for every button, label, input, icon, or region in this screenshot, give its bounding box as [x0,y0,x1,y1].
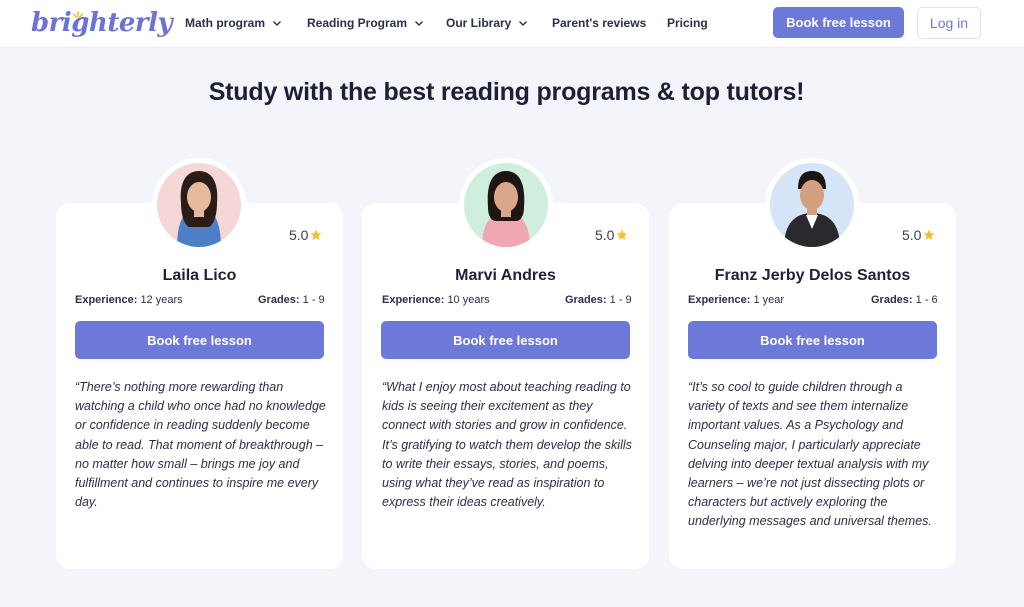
rating-value: 5.0 [595,227,615,243]
tutor-quote: “There’s nothing more rewarding than wat… [75,380,326,510]
chevron-down-icon [273,21,282,26]
nav-reading-program[interactable]: Reading Program [307,16,424,30]
grades-label: Grades: [871,294,913,306]
experience: Experience: 1 year [688,294,784,306]
login-button[interactable]: Log in [917,7,981,39]
rating: 5.0 [289,227,322,243]
book-free-lesson-button[interactable]: Book free lesson [381,321,630,359]
page-title: Study with the best reading programs & t… [208,78,805,106]
nav-label: Math program [185,16,266,30]
tutor-name: Laila Lico [162,267,237,284]
avatar [152,158,246,252]
nav-label: Our Library [446,16,512,30]
nav-our-library[interactable]: Our Library [446,16,528,30]
tutor-name: Franz Jerby Delos Santos [714,267,911,284]
tutor-quote: “What I enjoy most about teaching readin… [382,380,632,510]
nav-label: Reading Program [307,16,408,30]
grades-value: 1 - 6 [915,294,938,306]
experience-label: Experience: [75,294,138,306]
person-icon [482,171,530,247]
person-icon [784,171,840,247]
chevron-down-icon [415,21,424,26]
star-icon [923,229,935,240]
grades-value: 1 - 9 [609,294,632,306]
nav-label: Parent's reviews [552,16,647,30]
chevron-down-icon [519,21,528,26]
grades: Grades: 1 - 9 [258,294,325,306]
book-free-lesson-button[interactable]: Book free lesson [688,321,937,359]
nav-parents-reviews[interactable]: Parent's reviews [552,16,646,30]
nav-pricing[interactable]: Pricing [667,16,708,30]
rating-value: 5.0 [902,227,922,243]
brand-logo[interactable]: brighterly [31,8,173,38]
rating-value: 5.0 [289,227,309,243]
book-free-lesson-button[interactable]: Book free lesson [773,7,904,38]
star-icon [310,229,322,240]
person-icon [177,171,221,247]
nav-label: Pricing [667,16,708,30]
grades-label: Grades: [258,294,300,306]
tutor-photo [770,163,854,247]
tutor-quote: “It’s so cool to guide children through … [688,380,932,529]
grades-label: Grades: [565,294,607,306]
avatar [459,158,553,252]
site-header: brighterly Math program Reading Program … [0,0,1024,48]
book-free-lesson-button[interactable]: Book free lesson [75,321,324,359]
brand-logo-text: brighterly [31,8,173,38]
grades: Grades: 1 - 6 [871,294,938,306]
experience-label: Experience: [688,294,751,306]
avatar [765,158,859,252]
experience: Experience: 12 years [75,294,183,306]
rating: 5.0 [595,227,628,243]
experience-value: 1 year [753,294,785,306]
tutor-photo [464,163,548,247]
tutor-photo [157,163,241,247]
grades: Grades: 1 - 9 [565,294,632,306]
experience-label: Experience: [382,294,445,306]
rating: 5.0 [902,227,935,243]
star-icon [616,229,628,240]
experience: Experience: 10 years [382,294,490,306]
experience-value: 10 years [447,294,490,306]
tutor-name: Marvi Andres [455,267,556,284]
experience-value: 12 years [140,294,183,306]
sun-icon [72,11,84,18]
nav-math-program[interactable]: Math program [185,16,282,30]
grades-value: 1 - 9 [302,294,325,306]
